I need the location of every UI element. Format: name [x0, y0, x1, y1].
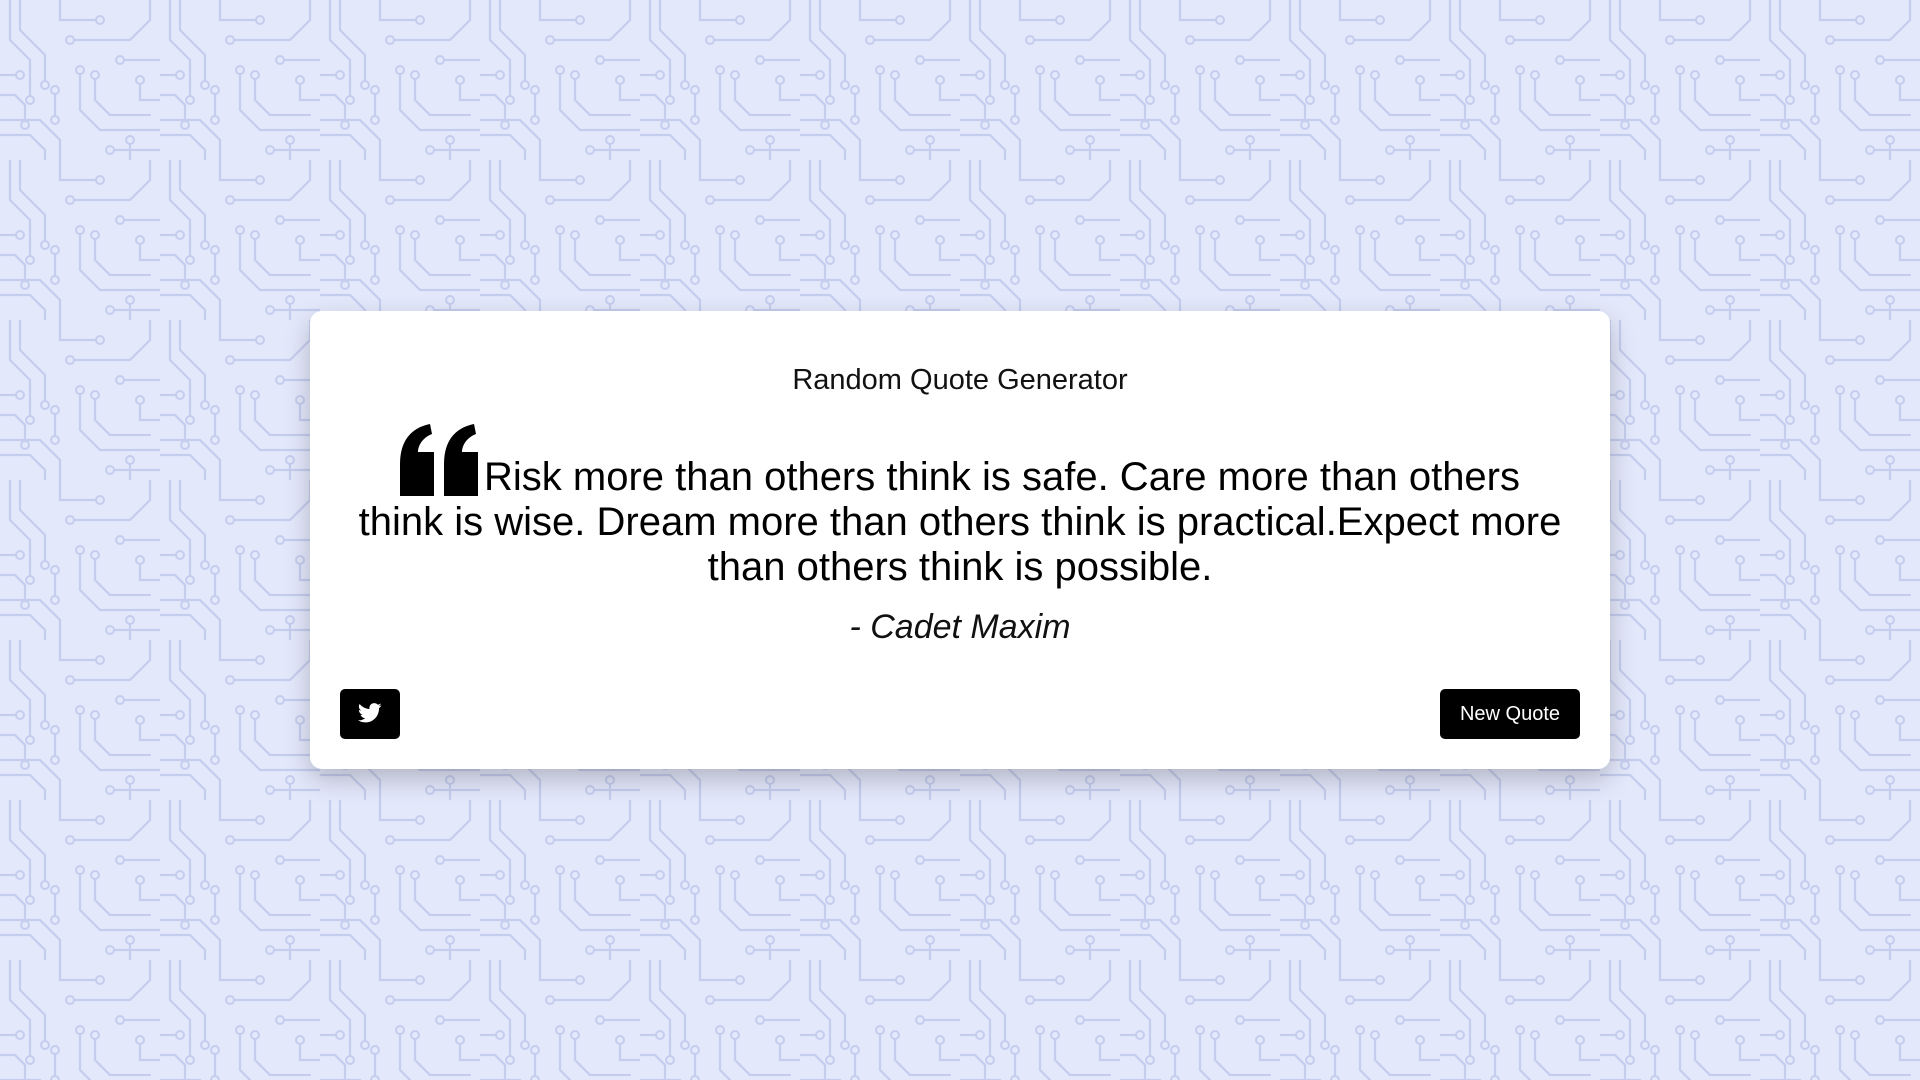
new-quote-button[interactable]: New Quote	[1440, 689, 1580, 739]
quote-author: - Cadet Maxim	[849, 608, 1071, 646]
tweet-button[interactable]	[340, 689, 400, 739]
quote-container: Risk more than others think is safe. Car…	[354, 424, 1566, 590]
twitter-icon	[357, 702, 382, 726]
quote-left-icon	[399, 424, 482, 496]
quote-text: Risk more than others think is safe. Car…	[358, 455, 1562, 589]
quote-card: Random Quote Generator Risk more than ot…	[310, 311, 1610, 769]
app-title: Random Quote Generator	[792, 364, 1128, 396]
